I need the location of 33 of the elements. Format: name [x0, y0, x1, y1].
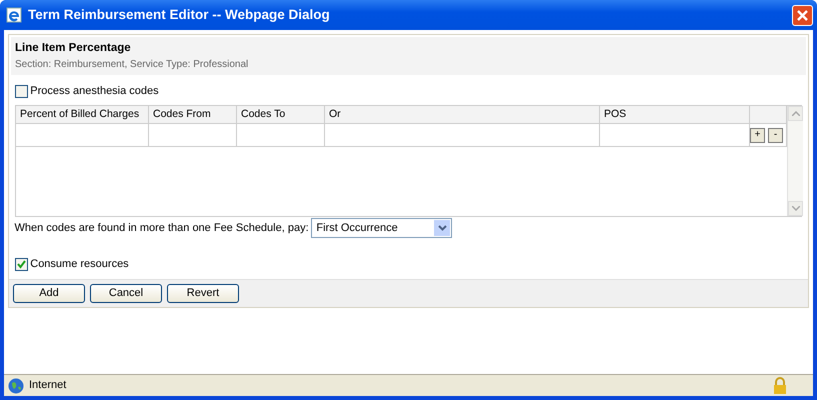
zone-label: Internet: [29, 378, 68, 394]
section-title: Line Item Percentage: [15, 41, 132, 56]
checkbox[interactable]: [14, 258, 28, 271]
scroll-down-icon[interactable]: [792, 206, 800, 212]
column-header: Codes To: [237, 106, 325, 124]
scrollbar[interactable]: [787, 106, 803, 216]
table-cell[interactable]: [237, 124, 325, 148]
dialog-button[interactable]: Revert: [167, 284, 239, 303]
checkbox-label: Process anesthesia codes: [30, 84, 159, 99]
table-cell[interactable]: [600, 124, 750, 148]
checkbox-label: Consume resources: [30, 257, 129, 272]
browser-icon: [6, 7, 22, 23]
close-icon[interactable]: [796, 8, 809, 22]
fee-schedule-dropdown[interactable]: First Occurrence: [311, 218, 452, 238]
column-header: Or: [325, 106, 600, 124]
scroll-up-icon[interactable]: [792, 111, 800, 116]
table-cell[interactable]: [16, 124, 149, 148]
table-cell[interactable]: [325, 124, 600, 148]
globe-icon: [8, 378, 24, 394]
column-header: Percent of Billed Charges: [16, 106, 149, 124]
lock-icon: [773, 377, 787, 394]
column-header: Codes From: [149, 106, 237, 124]
remove-row-button[interactable]: -: [768, 128, 783, 143]
column-header: POS: [600, 106, 750, 124]
section-subtitle: Section: Reimbursement, Service Type: Professional: [15, 58, 250, 72]
table-cell[interactable]: [149, 124, 237, 148]
dialog-button[interactable]: Add: [13, 284, 85, 303]
window-title: Term Reimbursement Editor -- Webpage Dialog: [28, 6, 331, 24]
checkbox[interactable]: [14, 84, 28, 98]
fee-schedule-label: When codes are found in more than one Fee Schedule, pay:: [14, 221, 309, 236]
dialog-button[interactable]: Cancel: [90, 284, 162, 303]
close-button[interactable]: [792, 4, 813, 26]
add-row-button[interactable]: +: [750, 128, 765, 143]
